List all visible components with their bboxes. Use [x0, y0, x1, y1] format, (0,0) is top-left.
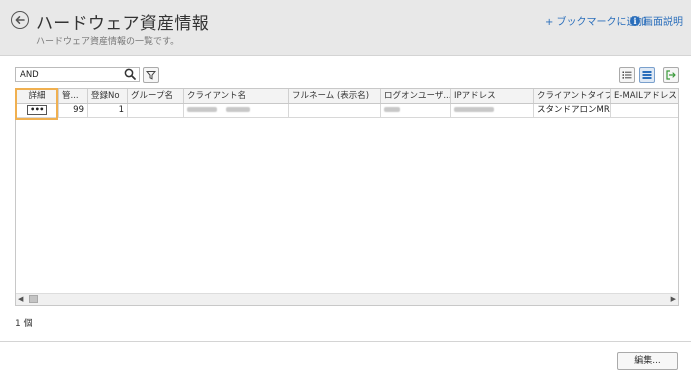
help-label: 画面説明: [643, 17, 683, 28]
redacted-text: [454, 107, 494, 112]
scroll-right-icon[interactable]: ▶: [671, 295, 676, 303]
edit-button[interactable]: 編集...: [617, 352, 678, 370]
search-input[interactable]: [15, 67, 140, 82]
column-header-client-name[interactable]: クライアント名: [184, 89, 289, 103]
scroll-left-icon[interactable]: ◀: [18, 295, 23, 303]
logon-user-cell: [381, 104, 451, 117]
reg-no-cell: 1: [88, 104, 128, 117]
table-header: 詳細 管... 登録No グループ名 クライアント名 フルネーム (表示名) ロ…: [16, 89, 678, 104]
page-header: ハードウェア資産情報 ハードウェア資産情報の一覧です。 + ブックマークに追加 …: [0, 0, 691, 56]
column-header-ip-address[interactable]: IPアドレス: [451, 89, 534, 103]
page-title: ハードウェア資産情報: [36, 14, 209, 34]
kanri-cell: 99: [59, 104, 88, 117]
table-row[interactable]: ••• 99 1 スタンドアロンMR: [16, 104, 678, 118]
footer-divider: [0, 341, 691, 342]
redacted-text: [187, 107, 217, 112]
filter-icon: [146, 71, 156, 80]
detail-cell: •••: [16, 104, 59, 117]
list-view-button[interactable]: [619, 67, 635, 83]
filter-button[interactable]: [143, 67, 159, 83]
redacted-text: [225, 107, 250, 112]
column-header-client-type[interactable]: クライアントタイプ: [534, 89, 611, 103]
column-header-kanri[interactable]: 管...: [59, 89, 88, 103]
column-header-group[interactable]: グループ名: [128, 89, 184, 103]
table-view-icon: [642, 71, 652, 79]
arrow-left-icon: [15, 16, 25, 24]
scrollbar-thumb[interactable]: [29, 295, 38, 303]
client-name-cell: [184, 104, 289, 117]
column-header-email[interactable]: E-MAILアドレス: [611, 89, 678, 103]
email-cell: [611, 104, 678, 117]
export-icon: [666, 70, 676, 80]
group-cell: [128, 104, 184, 117]
search-icon[interactable]: [124, 68, 136, 80]
client-type-cell: スタンドアロンMR: [534, 104, 611, 117]
record-count: 1 個: [15, 319, 33, 329]
column-header-logon-user[interactable]: ログオンユーザ...: [381, 89, 451, 103]
help-link[interactable]: i 画面説明: [630, 13, 683, 28]
detail-button[interactable]: •••: [27, 105, 47, 115]
page-subtitle: ハードウェア資産情報の一覧です。: [36, 37, 180, 47]
export-button[interactable]: [663, 67, 679, 83]
asset-table: 詳細 管... 登録No グループ名 クライアント名 フルネーム (表示名) ロ…: [15, 88, 679, 306]
column-header-detail[interactable]: 詳細: [16, 89, 59, 103]
redacted-text: [384, 107, 400, 112]
info-icon: i: [630, 15, 640, 26]
horizontal-scrollbar[interactable]: ◀ ▶: [16, 293, 678, 305]
list-icon: [622, 71, 632, 79]
ip-address-cell: [451, 104, 534, 117]
detail-view-button[interactable]: [639, 67, 655, 83]
back-button[interactable]: [11, 11, 29, 29]
full-name-cell: [289, 104, 381, 117]
column-header-full-name[interactable]: フルネーム (表示名): [289, 89, 381, 103]
column-header-reg-no[interactable]: 登録No: [88, 89, 128, 103]
